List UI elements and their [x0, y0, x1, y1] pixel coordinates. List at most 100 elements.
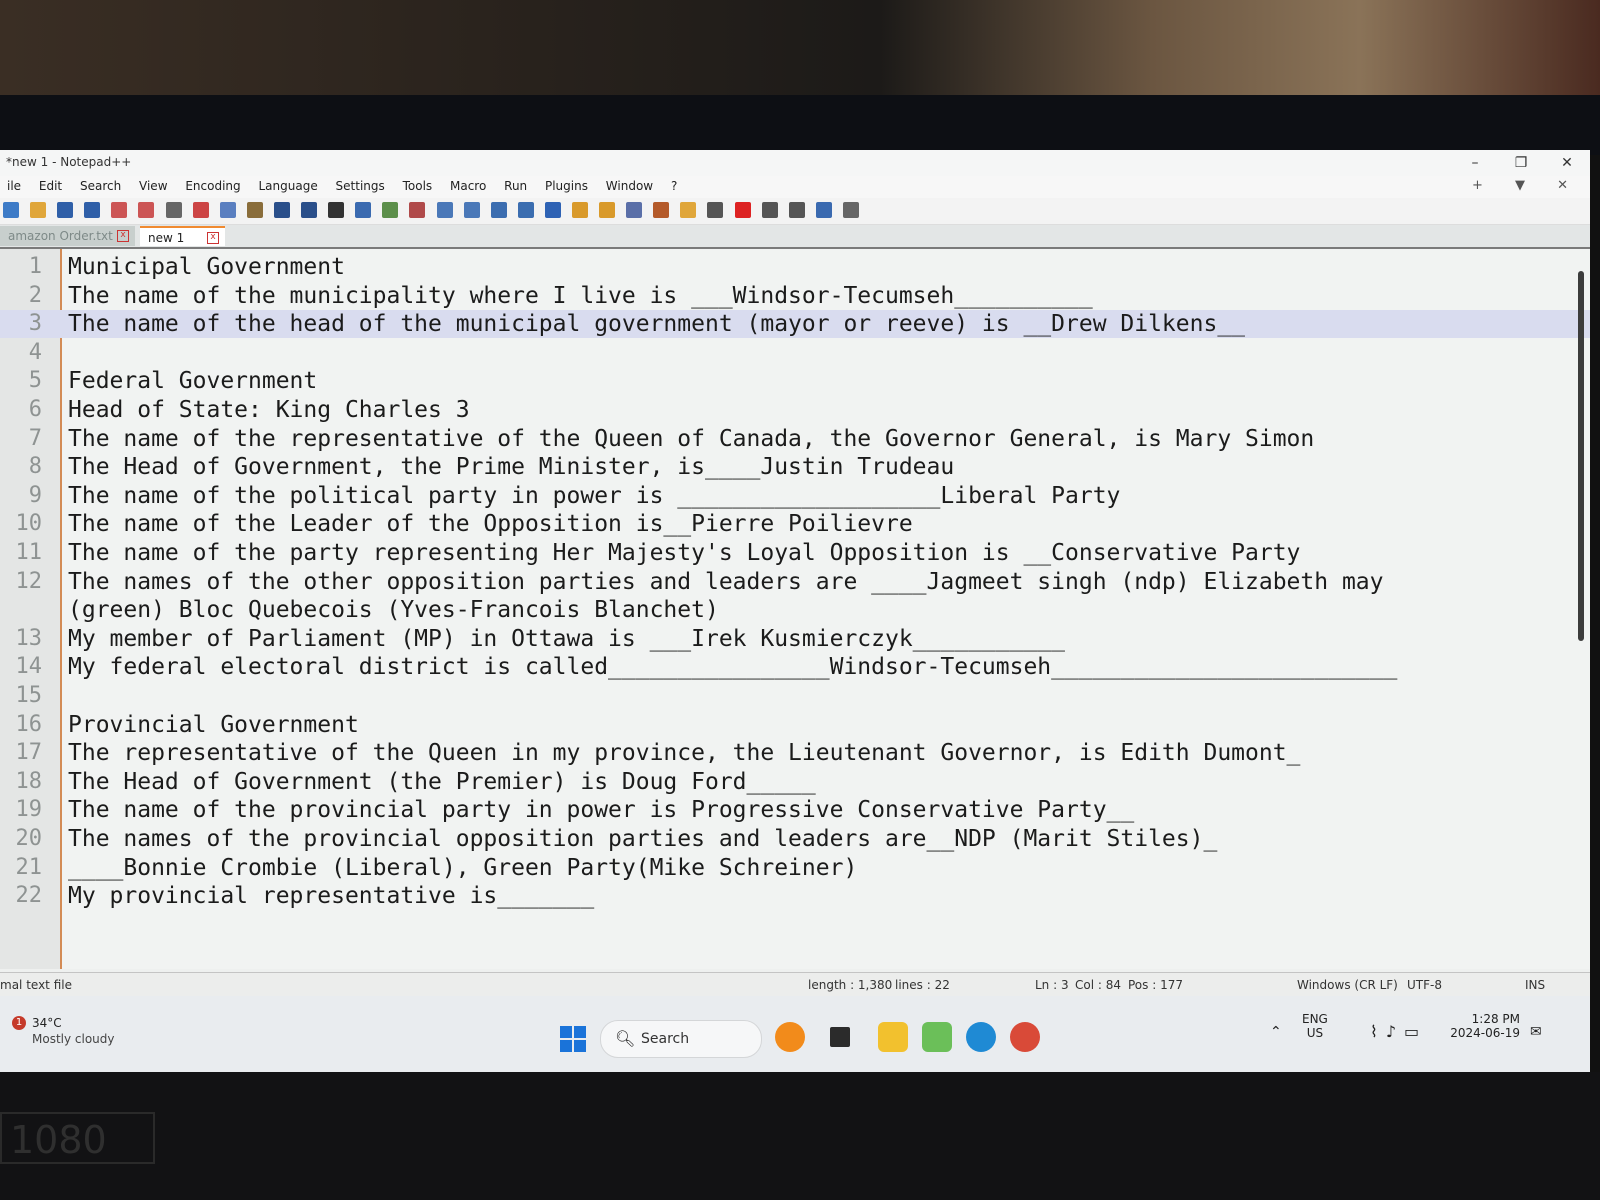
editor-line[interactable]: 9 The name of the political party in powe… [0, 482, 1590, 510]
notepad-plus-plus-icon[interactable] [922, 1022, 952, 1052]
editor-line[interactable]: 13 My member of Parliament (MP) in Ottawa… [0, 625, 1590, 653]
menu-help[interactable]: ? [664, 176, 684, 196]
menu-settings[interactable]: Settings [329, 176, 392, 196]
close-icon[interactable]: x [117, 230, 129, 242]
sync-vertical-icon[interactable] [436, 202, 453, 218]
record-macro-icon[interactable] [707, 202, 724, 218]
line-text: My provincial representative is_______ [68, 883, 595, 910]
editor-line[interactable]: 8 The Head of Government, the Prime Minis… [0, 453, 1590, 481]
zoom-out-icon[interactable] [409, 202, 426, 218]
menu-view[interactable]: View [132, 176, 174, 196]
notification-icon[interactable]: ✉ [1530, 1024, 1542, 1040]
menu-edit[interactable]: Edit [32, 176, 69, 196]
editor-line[interactable]: 18 The Head of Government (the Premier) i… [0, 768, 1590, 796]
line-text: My member of Parliament (MP) in Ottawa i… [68, 625, 1065, 652]
editor-line[interactable]: 3 The name of the head of the municipal g… [0, 310, 1590, 339]
status-eol[interactable]: Windows (CR LF) [1297, 978, 1398, 992]
menu-run[interactable]: Run [497, 176, 534, 196]
menu-plugins[interactable]: Plugins [538, 176, 595, 196]
maximize-button[interactable]: ❐ [1498, 150, 1544, 176]
menu-macro[interactable]: Macro [443, 176, 493, 196]
window-controls: – ❐ ✕ [1452, 150, 1590, 176]
edge-browser-icon[interactable] [966, 1022, 996, 1052]
zoom-in-icon[interactable] [382, 202, 399, 218]
record-icon[interactable] [734, 202, 751, 218]
show-all-chars-icon[interactable] [517, 202, 534, 218]
close-button[interactable]: ✕ [1544, 150, 1590, 176]
battery-icon[interactable]: ▭ [1404, 1022, 1427, 1041]
new-file-icon[interactable] [3, 202, 19, 218]
editor-line[interactable]: 16 Provincial Government [0, 711, 1590, 739]
tab-amazon-order[interactable]: amazon Order.txt x [0, 226, 135, 246]
wifi-icon[interactable]: ⌇ [1370, 1022, 1386, 1041]
editor-line[interactable]: 4 [0, 339, 1590, 367]
volume-icon[interactable]: ♪ [1386, 1022, 1404, 1041]
doc-map-icon[interactable] [599, 202, 616, 218]
editor-line[interactable]: 20 The names of the provincial opposition… [0, 825, 1590, 853]
editor-line[interactable]: 7 The name of the representative of the Q… [0, 425, 1590, 453]
close-icon[interactable]: x [207, 232, 219, 244]
redo-icon[interactable] [301, 202, 318, 218]
copy-icon[interactable] [219, 202, 236, 218]
pinned-app-icon[interactable] [775, 1022, 805, 1052]
editor-line[interactable]: (green) Bloc Quebecois (Yves-Francois Bl… [0, 596, 1590, 624]
editor-line[interactable]: 15 [0, 682, 1590, 710]
language-icon[interactable] [571, 202, 588, 218]
find-icon[interactable] [328, 202, 345, 218]
open-file-icon[interactable] [30, 202, 47, 218]
windows-start-icon[interactable] [560, 1026, 586, 1052]
save-macro-icon[interactable] [842, 202, 859, 218]
editor-line[interactable]: 12 The names of the other opposition part… [0, 568, 1590, 596]
editor-line[interactable]: 21 ____Bonnie Crombie (Liberal), Green Pa… [0, 854, 1590, 882]
minimize-button[interactable]: – [1452, 150, 1498, 176]
menu-search[interactable]: Search [73, 176, 128, 196]
play-multiple-icon[interactable] [815, 202, 832, 218]
chevron-up-icon[interactable]: ⌃ [1270, 1024, 1282, 1040]
sync-horizontal-icon[interactable] [463, 202, 480, 218]
vertical-scrollbar[interactable] [1578, 271, 1584, 641]
system-tray-icons[interactable]: ⌇♪▭ [1370, 1022, 1427, 1041]
paste-icon[interactable] [246, 202, 263, 218]
indent-guide-icon[interactable] [544, 202, 561, 218]
taskbar-search[interactable]: 🔍︎ Search [600, 1020, 762, 1058]
editor-line[interactable]: 11 The name of the party representing Her… [0, 539, 1590, 567]
editor-line[interactable]: 10 The name of the Leader of the Oppositi… [0, 510, 1590, 538]
cut-icon[interactable] [192, 202, 209, 218]
chrome-browser-icon[interactable] [1010, 1022, 1040, 1052]
language-indicator[interactable]: ENG US [1302, 1012, 1328, 1040]
menu-language[interactable]: Language [251, 176, 324, 196]
status-encoding[interactable]: UTF-8 [1407, 978, 1442, 992]
editor-line[interactable]: 17 The representative of the Queen in my … [0, 739, 1590, 767]
editor-line[interactable]: 6 Head of State: King Charles 3 [0, 396, 1590, 424]
editor-line[interactable]: 19 The name of the provincial party in po… [0, 796, 1590, 824]
tab-controls[interactable]: + ▼ ✕ [1472, 178, 1582, 193]
undo-icon[interactable] [273, 202, 290, 218]
play-icon[interactable] [788, 202, 805, 218]
save-all-icon[interactable] [84, 202, 101, 218]
editor-line[interactable]: 5 Federal Government [0, 367, 1590, 395]
editor-line[interactable]: 2 The name of the municipality where I li… [0, 282, 1590, 310]
editor-line[interactable]: 22 My provincial representative is_______ [0, 882, 1590, 910]
stop-icon[interactable] [761, 202, 778, 218]
menu-tools[interactable]: Tools [396, 176, 440, 196]
clock[interactable]: 1:28 PM 2024-06-19 [1450, 1012, 1520, 1040]
folder-workspace-icon[interactable] [653, 202, 670, 218]
editor-line[interactable]: 1 Municipal Government [0, 253, 1590, 281]
file-explorer-icon[interactable] [878, 1022, 908, 1052]
print-icon[interactable] [165, 202, 182, 218]
menu-window[interactable]: Window [599, 176, 660, 196]
tab-new-1[interactable]: new 1 x [140, 226, 225, 246]
task-view-icon[interactable] [830, 1027, 850, 1047]
menu-file[interactable]: ile [0, 176, 28, 196]
close-all-icon[interactable] [138, 202, 155, 218]
close-file-icon[interactable] [111, 202, 128, 218]
monitoring-icon[interactable] [680, 202, 697, 218]
word-wrap-icon[interactable] [490, 202, 507, 218]
text-editor[interactable]: 1 Municipal Government 2 The name of the mu… [0, 249, 1590, 969]
save-icon[interactable] [57, 202, 74, 218]
line-number: 4 [28, 339, 42, 365]
replace-icon[interactable] [355, 202, 372, 218]
menu-encoding[interactable]: Encoding [178, 176, 247, 196]
function-list-icon[interactable] [626, 202, 643, 218]
editor-line[interactable]: 14 My federal electoral district is calle… [0, 653, 1590, 681]
